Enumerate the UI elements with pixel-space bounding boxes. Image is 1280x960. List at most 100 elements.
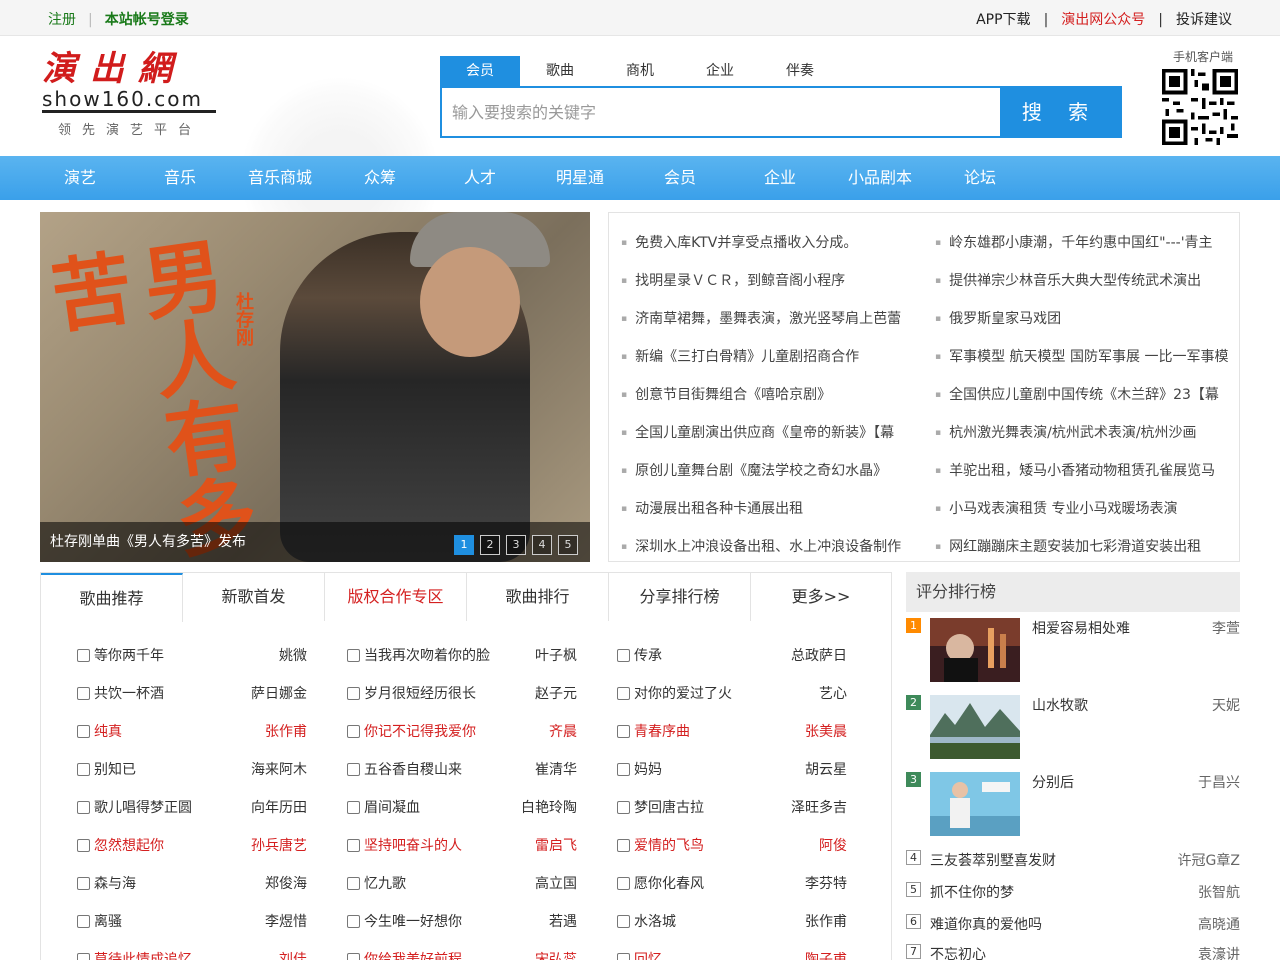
song-title[interactable]: 森与海	[94, 876, 136, 892]
song-artist[interactable]: 若遇	[457, 903, 577, 941]
nav-crowdfunding[interactable]: 众筹	[330, 156, 430, 200]
song-artist[interactable]: 高立国	[457, 865, 577, 903]
song-checkbox[interactable]	[347, 763, 360, 776]
register-link[interactable]: 注册	[48, 12, 76, 28]
song-title[interactable]: 五谷香自稷山来	[364, 762, 462, 778]
song-entry[interactable]: 歌儿唱得梦正圆	[77, 789, 192, 827]
news-item[interactable]: 全国儿童剧演出供应商《皇帝的新装》【幕	[621, 415, 921, 453]
song-checkbox[interactable]	[347, 839, 360, 852]
nav-talent[interactable]: 人才	[430, 156, 530, 200]
song-entry[interactable]: 妈妈	[617, 751, 662, 789]
song-entry[interactable]: 别知已	[77, 751, 136, 789]
song-checkbox[interactable]	[617, 915, 630, 928]
search-tab-song[interactable]: 歌曲	[520, 56, 600, 86]
song-title[interactable]: 分别后	[1032, 772, 1074, 792]
song-entry[interactable]: 坚持吧奋斗的人	[347, 827, 462, 865]
song-title[interactable]: 对你的爱过了火	[634, 686, 732, 702]
wechat-link[interactable]: 演出网公众号	[1061, 12, 1145, 28]
song-artist[interactable]: 总政萨日	[727, 637, 847, 675]
song-artist[interactable]: 张作甫	[187, 713, 307, 751]
ranking-item[interactable]: 7 不忘初心 袁濠讲	[906, 944, 1240, 960]
tab-more[interactable]: 更多>>	[751, 573, 891, 621]
song-checkbox[interactable]	[617, 839, 630, 852]
song-entry[interactable]: 忆九歌	[347, 865, 406, 903]
search-tab-member[interactable]: 会员	[440, 56, 520, 86]
banner-dot[interactable]: 5	[558, 535, 578, 555]
news-item[interactable]: 岭东雄郡小康潮，千年约惠中国红"---'青主	[935, 225, 1235, 263]
song-artist[interactable]: 阿俊	[727, 827, 847, 865]
song-artist[interactable]: 李芬特	[727, 865, 847, 903]
news-item[interactable]: 原创儿童舞台剧《魔法学校之奇幻水晶》	[621, 453, 921, 491]
news-item[interactable]: 创意节目街舞组合《嘻哈京剧》	[621, 377, 921, 415]
singer-name[interactable]: 李萱	[1212, 618, 1240, 638]
song-checkbox[interactable]	[77, 725, 90, 738]
nav-star[interactable]: 明星通	[530, 156, 630, 200]
nav-scripts[interactable]: 小品剧本	[830, 156, 930, 200]
banner-dot[interactable]: 4	[532, 535, 552, 555]
ranking-item[interactable]: 2 山水牧歌 天妮	[906, 695, 1240, 761]
song-entry[interactable]: 纯真	[77, 713, 122, 751]
song-checkbox[interactable]	[347, 915, 360, 928]
news-item[interactable]: 深圳水上冲浪设备出租、水上冲浪设备制作	[621, 529, 921, 567]
singer-name[interactable]: 于昌兴	[1198, 772, 1240, 792]
nav-member[interactable]: 会员	[630, 156, 730, 200]
song-title[interactable]: 水洛城	[634, 914, 676, 930]
news-item[interactable]: 找明星录ＶＣＲ，到鲸音阁小程序	[621, 263, 921, 301]
song-title[interactable]: 妈妈	[634, 762, 662, 778]
song-entry[interactable]: 等你两千年	[77, 637, 164, 675]
song-checkbox[interactable]	[347, 801, 360, 814]
song-artist[interactable]: 艺心	[727, 675, 847, 713]
nav-performing[interactable]: 演艺	[30, 156, 130, 200]
tab-recommended[interactable]: 歌曲推荐	[41, 573, 183, 622]
song-title[interactable]: 山水牧歌	[1032, 695, 1088, 715]
song-checkbox[interactable]	[347, 725, 360, 738]
song-title[interactable]: 眉间凝血	[364, 800, 420, 816]
song-title[interactable]: 等你两千年	[94, 648, 164, 664]
song-artist[interactable]: 白艳玲陶	[457, 789, 577, 827]
app-download-link[interactable]: APP下载	[976, 12, 1030, 28]
song-checkbox[interactable]	[77, 915, 90, 928]
song-artist[interactable]: 宋弘蕊	[457, 941, 577, 960]
song-artist[interactable]: 崔清华	[457, 751, 577, 789]
banner-dot[interactable]: 2	[480, 535, 500, 555]
banner-slider[interactable]: 男人有多苦 杜存刚 杜存刚单曲《男人有多苦》发布 1 2 3 4 5	[40, 212, 590, 562]
song-checkbox[interactable]	[77, 687, 90, 700]
song-checkbox[interactable]	[617, 801, 630, 814]
song-entry[interactable]: 对你的爱过了火	[617, 675, 732, 713]
news-item[interactable]: 小马戏表演租赁 专业小马戏暖场表演	[935, 491, 1235, 529]
nav-music-store[interactable]: 音乐商城	[230, 156, 330, 200]
song-artist[interactable]: 张美晨	[727, 713, 847, 751]
song-title[interactable]: 难道你真的爱他吗	[930, 914, 1042, 934]
song-title[interactable]: 三友荟萃别墅喜发财	[930, 850, 1056, 870]
song-title[interactable]: 共饮一杯酒	[94, 686, 164, 702]
song-artist[interactable]: 郑俊海	[187, 865, 307, 903]
song-artist[interactable]: 萨日娜金	[187, 675, 307, 713]
song-checkbox[interactable]	[77, 763, 90, 776]
news-item[interactable]: 新编《三打白骨精》儿童剧招商合作	[621, 339, 921, 377]
song-checkbox[interactable]	[347, 649, 360, 662]
song-title[interactable]: 忽然想起你	[94, 838, 164, 854]
song-artist[interactable]: 张作甫	[727, 903, 847, 941]
tab-copyright[interactable]: 版权合作专区	[325, 573, 467, 621]
news-item[interactable]: 军事模型 航天模型 国防军事展 一比一军事模	[935, 339, 1235, 377]
song-entry[interactable]: 今生唯一好想你	[347, 903, 462, 941]
nav-forum[interactable]: 论坛	[930, 156, 1030, 200]
song-title[interactable]: 纯真	[94, 724, 122, 740]
song-checkbox[interactable]	[617, 649, 630, 662]
song-entry[interactable]: 眉间凝血	[347, 789, 420, 827]
news-item[interactable]: 杭州激光舞表演/杭州武术表演/杭州沙画	[935, 415, 1235, 453]
song-title[interactable]: 莫待此情成追忆	[94, 952, 192, 960]
song-checkbox[interactable]	[77, 953, 90, 960]
song-checkbox[interactable]	[617, 763, 630, 776]
ranking-item[interactable]: 4 三友荟萃别墅喜发财 许冠G章Z	[906, 850, 1240, 882]
news-item[interactable]: 免费入库KTV并享受点播收入分成。	[621, 225, 921, 263]
song-title[interactable]: 相爱容易相处难	[1032, 618, 1130, 638]
song-artist[interactable]: 胡云星	[727, 751, 847, 789]
song-title[interactable]: 梦回唐古拉	[634, 800, 704, 816]
song-artist[interactable]: 赵子元	[457, 675, 577, 713]
song-artist[interactable]: 雷启飞	[457, 827, 577, 865]
song-artist[interactable]: 刘佳	[187, 941, 307, 960]
complaint-link[interactable]: 投诉建议	[1176, 12, 1232, 28]
song-entry[interactable]: 森与海	[77, 865, 136, 903]
song-title[interactable]: 别知已	[94, 762, 136, 778]
